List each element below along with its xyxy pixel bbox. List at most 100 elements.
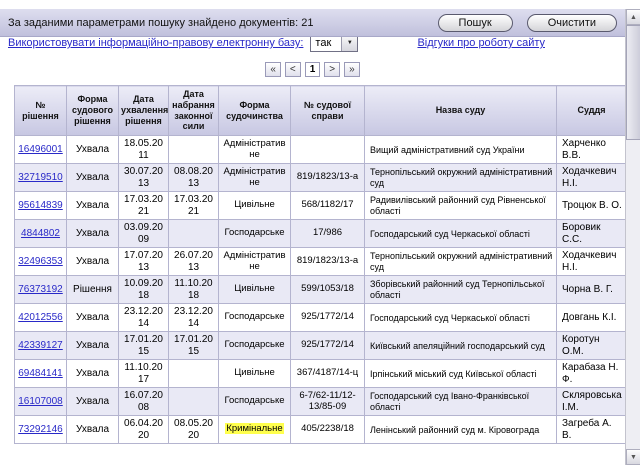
search-button[interactable]: Пошук [438, 14, 513, 32]
cell-judge: Боровик С.С. [557, 220, 627, 248]
cell-proceeding: Господарське [219, 388, 291, 416]
feedback-wrap: Відгуки про роботу сайту [417, 37, 545, 49]
document-link[interactable]: 16107008 [18, 396, 63, 407]
results-table-body: 16496001Ухвала18.05.2011АдміністративнеВ… [15, 136, 627, 444]
table-row: 16107008Ухвала16.07.2008Господарське6-7/… [15, 388, 627, 416]
column-header: № судової справи [291, 86, 365, 136]
cell-court: Господарський суд Черкаської області [365, 304, 557, 332]
pagination-prev-button[interactable]: < [285, 62, 301, 77]
cell-date_decision: 23.12.2014 [119, 304, 169, 332]
cell-date_decision: 11.10.2017 [119, 360, 169, 388]
pagination-page-1[interactable]: 1 [305, 62, 321, 77]
cell-proceeding: Цивільне [219, 192, 291, 220]
cell-date_force [169, 360, 219, 388]
cell-court: Тернопільський окружний адміністративний… [365, 164, 557, 192]
cell-form: Ухвала [67, 136, 119, 164]
cell-form: Ухвала [67, 164, 119, 192]
document-link[interactable]: 42012556 [18, 312, 63, 323]
document-link[interactable]: 95614839 [18, 200, 63, 211]
document-link[interactable]: 32496353 [18, 256, 63, 267]
results-table: № рішенняФорма судового рішенняДата ухва… [14, 85, 627, 444]
cell-case_number: 925/1772/14 [291, 332, 365, 360]
cell-case_number: 405/2238/18 [291, 416, 365, 444]
cell-date_decision: 17.07.2013 [119, 248, 169, 276]
document-link[interactable]: 32719510 [18, 172, 63, 183]
cell-court: Київський апеляційний господарський суд [365, 332, 557, 360]
highlighted-search-term: Кримінальне [225, 423, 283, 434]
vertical-scrollbar[interactable]: ▲ ▼ [625, 9, 640, 465]
cell-form: Ухвала [67, 360, 119, 388]
cell-court: Вищий адміністративний суд України [365, 136, 557, 164]
cell-case_number: 925/1772/14 [291, 304, 365, 332]
cell-case_number: 367/4187/14-ц [291, 360, 365, 388]
table-row: 76373192Рішення10.09.201811.10.2018Цивіл… [15, 276, 627, 304]
table-row: 32719510Ухвала30.07.201308.08.2013Адміні… [15, 164, 627, 192]
pagination: « < 1 > » [0, 62, 625, 77]
cell-date_decision: 17.01.2015 [119, 332, 169, 360]
pagination-last-button[interactable]: » [344, 62, 360, 77]
legal-base-link[interactable]: Використовувати інформаційно-правову еле… [8, 37, 303, 49]
court-search-results-page: За заданими параметрами пошуку знайдено … [0, 9, 640, 444]
cell-judge: Довгань К.І. [557, 304, 627, 332]
cell-date_force: 17.01.2015 [169, 332, 219, 360]
cell-date_force [169, 220, 219, 248]
cell-date_decision: 10.09.2018 [119, 276, 169, 304]
column-header: Форма судового рішення [67, 86, 119, 136]
cell-date_force [169, 388, 219, 416]
cell-judge: Карабаза Н. Ф. [557, 360, 627, 388]
cell-case_number: 568/1182/17 [291, 192, 365, 220]
document-link[interactable]: 73292146 [18, 424, 63, 435]
cell-form: Ухвала [67, 304, 119, 332]
document-link[interactable]: 42339127 [18, 340, 63, 351]
cell-date_force: 26.07.2013 [169, 248, 219, 276]
pagination-next-button[interactable]: > [324, 62, 340, 77]
cell-number: 4844802 [15, 220, 67, 248]
cell-date_force [169, 136, 219, 164]
column-header: Дата ухвалення рішення [119, 86, 169, 136]
cell-proceeding: Цивільне [219, 360, 291, 388]
cell-date_force: 17.03.2021 [169, 192, 219, 220]
cell-number: 32719510 [15, 164, 67, 192]
document-link[interactable]: 16496001 [18, 144, 63, 155]
cell-court: Господарський суд Івано-Франківської обл… [365, 388, 557, 416]
cell-case_number: 599/1053/18 [291, 276, 365, 304]
cell-form: Ухвала [67, 220, 119, 248]
table-row: 16496001Ухвала18.05.2011АдміністративнеВ… [15, 136, 627, 164]
column-header: Форма судочинства [219, 86, 291, 136]
table-row: 4844802Ухвала03.09.2009Господарське17/98… [15, 220, 627, 248]
column-header: № рішення [15, 86, 67, 136]
results-header-bar: За заданими параметрами пошуку знайдено … [0, 9, 625, 37]
column-header: Дата набрання законної сили [169, 86, 219, 136]
cell-proceeding: Цивільне [219, 276, 291, 304]
document-link[interactable]: 76373192 [18, 284, 63, 295]
results-table-head-row: № рішенняФорма судового рішенняДата ухва… [15, 86, 627, 136]
cell-court: Тернопільський окружний адміністративний… [365, 248, 557, 276]
cell-form: Рішення [67, 276, 119, 304]
cell-date_force: 23.12.2014 [169, 304, 219, 332]
cell-proceeding: Адміністративне [219, 136, 291, 164]
cell-date_force: 08.08.2013 [169, 164, 219, 192]
document-link[interactable]: 4844802 [21, 228, 60, 239]
cell-proceeding: Адміністративне [219, 248, 291, 276]
feedback-link[interactable]: Відгуки про роботу сайту [417, 37, 545, 49]
scroll-up-icon[interactable]: ▲ [626, 9, 640, 25]
document-link[interactable]: 69484141 [18, 368, 63, 379]
table-row: 95614839Ухвала17.03.202117.03.2021Цивіль… [15, 192, 627, 220]
cell-date_decision: 16.07.2008 [119, 388, 169, 416]
scroll-down-icon[interactable]: ▼ [626, 449, 640, 465]
cell-judge: Ходачкевич Н.І. [557, 248, 627, 276]
cell-number: 16496001 [15, 136, 67, 164]
cell-judge: Харченко В.В. [557, 136, 627, 164]
cell-court: Радивилівський районний суд Рівненської … [365, 192, 557, 220]
cell-date_decision: 17.03.2021 [119, 192, 169, 220]
cell-case_number [291, 136, 365, 164]
cell-number: 76373192 [15, 276, 67, 304]
pagination-first-button[interactable]: « [265, 62, 281, 77]
clear-button[interactable]: Очистити [527, 14, 617, 32]
legal-base-select-value: так [311, 35, 341, 51]
table-row: 42339127Ухвала17.01.201517.01.2015Господ… [15, 332, 627, 360]
table-row: 42012556Ухвала23.12.201423.12.2014Господ… [15, 304, 627, 332]
cell-judge: Коротун О.М. [557, 332, 627, 360]
scrollbar-thumb[interactable] [626, 25, 640, 140]
cell-number: 32496353 [15, 248, 67, 276]
